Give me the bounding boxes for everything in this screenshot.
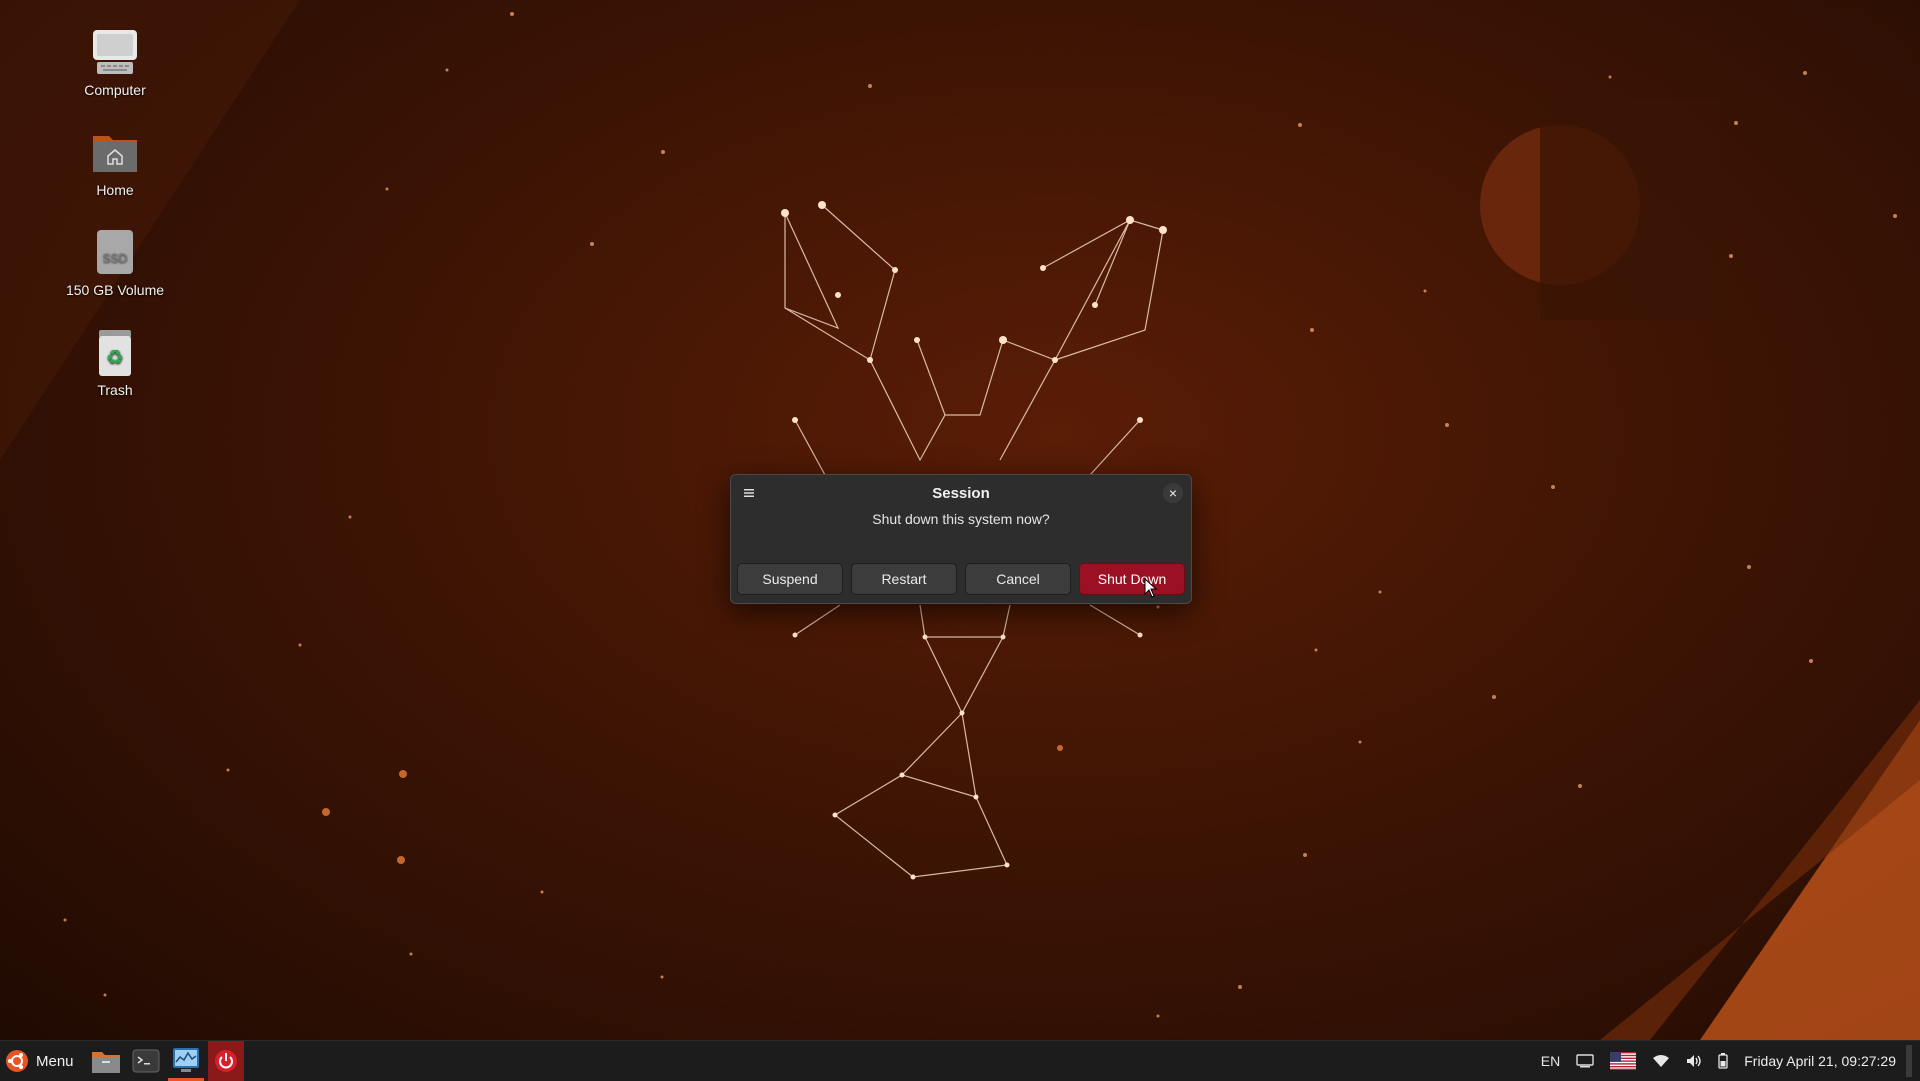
shut-down-button[interactable]: Shut Down: [1079, 563, 1185, 595]
clock[interactable]: Friday April 21, 09:27:29: [1744, 1053, 1896, 1069]
us-flag-icon[interactable]: [1610, 1052, 1637, 1070]
desktop-icon-label: Computer: [84, 82, 146, 98]
system-monitor-icon: [172, 1047, 199, 1072]
file-manager-icon: [91, 1052, 120, 1073]
ssd-drive-icon: SSD: [91, 228, 139, 276]
volume-icon[interactable]: [1686, 1054, 1702, 1068]
desktop-icon-home[interactable]: Home: [60, 128, 170, 198]
desktop-icon-trash[interactable]: ♻ Trash: [60, 328, 170, 398]
menu-label: Menu: [36, 1052, 74, 1070]
dialog-title: Session: [932, 485, 990, 502]
home-folder-icon: [91, 128, 139, 176]
keyboard-layout-indicator[interactable]: EN: [1541, 1053, 1560, 1069]
desktop-icon-label: Home: [96, 182, 134, 198]
show-desktop-button[interactable]: [1906, 1045, 1912, 1077]
close-icon[interactable]: ×: [1163, 483, 1183, 503]
display-icon[interactable]: [1576, 1054, 1594, 1068]
terminal-icon: [132, 1049, 160, 1073]
ssd-badge: SSD: [103, 251, 128, 265]
dialog-buttons: Suspend Restart Cancel Shut Down: [737, 563, 1185, 595]
dialog-titlebar[interactable]: Session ×: [731, 475, 1191, 511]
battery-icon[interactable]: [1718, 1053, 1728, 1069]
ubuntu-logo-icon: [6, 1050, 28, 1072]
system-monitor-launcher[interactable]: [167, 1041, 204, 1081]
restart-button[interactable]: Restart: [851, 563, 957, 595]
mouse-cursor-icon: [1144, 578, 1158, 598]
power-launcher[interactable]: [207, 1041, 244, 1081]
menu-button[interactable]: Menu: [0, 1041, 84, 1081]
computer-icon: [91, 28, 139, 76]
terminal-launcher[interactable]: [128, 1041, 164, 1081]
desktop-icon-label: 150 GB Volume: [65, 282, 165, 298]
cancel-button[interactable]: Cancel: [965, 563, 1071, 595]
desktop-icon-label: Trash: [97, 382, 133, 398]
system-tray: EN Friday April 21, 09:27:29: [1533, 1041, 1920, 1081]
svg-text:♻: ♻: [106, 345, 124, 369]
desktop-icon-computer[interactable]: Computer: [60, 28, 170, 98]
power-icon: [214, 1050, 237, 1072]
wifi-icon[interactable]: [1652, 1054, 1670, 1068]
desktop-icon-volume[interactable]: SSD 150 GB Volume: [60, 228, 170, 298]
suspend-button[interactable]: Suspend: [737, 563, 843, 595]
trash-icon: ♻: [91, 328, 139, 376]
dialog-message: Shut down this system now?: [872, 511, 1050, 527]
session-dialog: Session × Shut down this system now? Sus…: [730, 474, 1192, 604]
file-manager-launcher[interactable]: [88, 1041, 124, 1081]
taskbar: Menu EN Friday April 21, 09:27:29: [0, 1040, 1920, 1081]
